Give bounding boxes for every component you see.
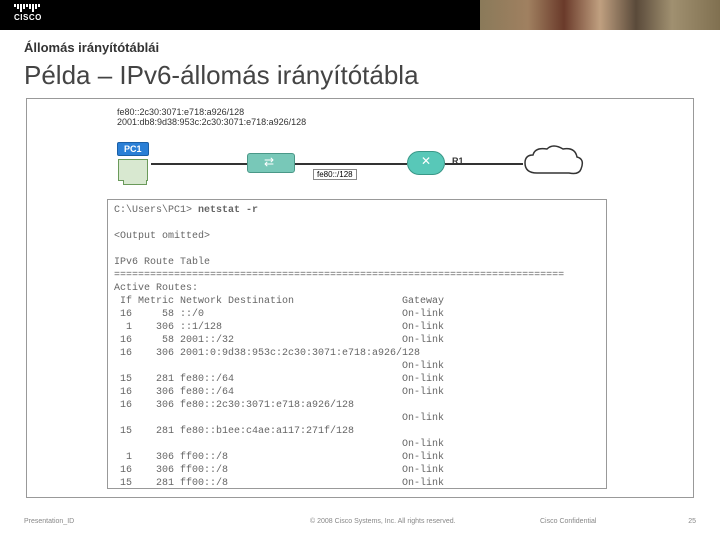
route-row: On-link	[114, 413, 444, 424]
wire-1	[151, 163, 247, 165]
route-row: 16 306 ff00::/8 On-link	[114, 465, 444, 476]
network-diagram: fe80::2c30:3071:e718:a926/128 2001:db8:9…	[117, 107, 597, 193]
confidential-label: Cisco Confidential	[540, 518, 596, 525]
ipv6-address-2: 2001:db8:9d38:953c:2c30:3071:e718:a926/1…	[117, 117, 597, 127]
pc-label: PC1	[117, 142, 149, 156]
people-photo-strip	[480, 0, 720, 30]
copyright: © 2008 Cisco Systems, Inc. All rights re…	[310, 518, 456, 525]
active-routes-label: Active Routes:	[114, 283, 198, 294]
cisco-logo-text: CISCO	[14, 13, 42, 22]
slide-title: Példa – IPv6-állomás irányítótábla	[24, 60, 419, 91]
route-row: 16 58 ::/0 On-link	[114, 309, 444, 320]
presentation-id: Presentation_ID	[24, 518, 74, 525]
page-number: 25	[688, 518, 696, 525]
route-row: 15 281 fe80::b1ee:c4ae:a117:271f/128	[114, 426, 354, 437]
separator-1: ========================================…	[114, 270, 564, 281]
ipv6-address-1: fe80::2c30:3071:e718:a926/128	[117, 107, 597, 117]
router-icon: R1	[407, 151, 445, 175]
cisco-logo: CISCO	[14, 4, 42, 22]
slide-subtitle: Állomás irányítótáblái	[24, 40, 159, 55]
content-frame: fe80::2c30:3071:e718:a926/128 2001:db8:9…	[26, 98, 694, 498]
header-bar: CISCO	[0, 0, 720, 30]
network-label: fe80::/128	[313, 169, 357, 180]
route-row: 16 306 2001:0:9d38:953c:2c30:3071:e718:a…	[114, 348, 420, 359]
switch-icon	[247, 153, 295, 173]
route-table-heading: IPv6 Route Table	[114, 257, 210, 268]
cloud-icon	[517, 143, 587, 181]
terminal-command: netstat -r	[198, 205, 258, 216]
route-row: 1 306 ff00::/8 On-link	[114, 452, 444, 463]
wire-3	[445, 163, 523, 165]
pc-icon: PC1	[117, 139, 149, 181]
terminal-prompt: C:\Users\PC1>	[114, 205, 198, 216]
route-row: 16 306 fe80::/64 On-link	[114, 387, 444, 398]
route-row: 16 58 2001::/32 On-link	[114, 335, 444, 346]
route-row: On-link	[114, 439, 444, 450]
wire-2	[295, 163, 407, 165]
footer: Presentation_ID © 2008 Cisco Systems, In…	[0, 518, 720, 532]
route-row: 15 281 ff00::/8 On-link	[114, 478, 444, 489]
route-row: 15 281 fe80::/64 On-link	[114, 374, 444, 385]
route-row: 16 306 fe80::2c30:3071:e718:a926/128	[114, 400, 354, 411]
column-headers: If Metric Network Destination Gateway	[114, 296, 444, 307]
terminal-output: C:\Users\PC1> netstat -r <Output omitted…	[107, 199, 607, 489]
route-row: On-link	[114, 361, 444, 372]
route-row: 1 306 ::1/128 On-link	[114, 322, 444, 333]
output-omitted-top: <Output omitted>	[114, 231, 210, 242]
